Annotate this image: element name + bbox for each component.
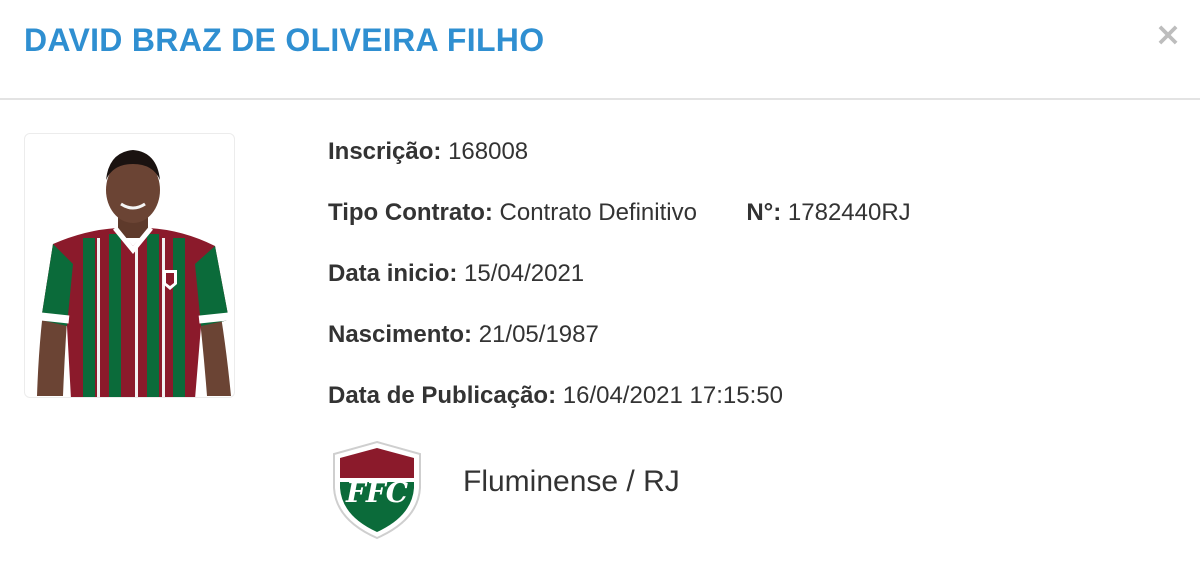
close-button[interactable]: × [1154,18,1182,50]
numero-label: N°: [746,199,782,226]
data-inicio-row: Data inicio: 15/04/2021 [328,260,911,321]
publicacao-label: Data de Publicação: [328,382,557,409]
inscricao-row: Inscrição: 168008 [328,138,911,199]
crest-monogram: FFC [345,476,409,509]
nascimento-value: 21/05/1987 [478,321,599,348]
player-detail-modal: DAVID BRAZ DE OLIVEIRA FILHO × Inscrição… [0,0,1200,576]
inscricao-value: 168008 [448,138,529,165]
tipo-contrato-value: Contrato Definitivo [499,199,697,226]
nascimento-row: Nascimento: 21/05/1987 [328,321,911,382]
nascimento-label: Nascimento: [328,321,473,348]
club-name: Fluminense / RJ [463,465,680,498]
fluminense-crest-icon: FFC [333,440,421,540]
publicacao-value: 16/04/2021 17:15:50 [562,382,783,409]
modal-header: DAVID BRAZ DE OLIVEIRA FILHO × [0,0,1200,100]
player-avatar-icon [37,150,231,397]
data-inicio-value: 15/04/2021 [464,260,585,287]
publicacao-row: Data de Publicação: 16/04/2021 17:15:50 [328,382,911,443]
inscricao-label: Inscrição: [328,138,442,165]
tipo-contrato-row: Tipo Contrato: Contrato Definitivo N°: 1… [328,199,911,260]
player-name-title: DAVID BRAZ DE OLIVEIRA FILHO [24,22,545,58]
tipo-contrato-label: Tipo Contrato: [328,199,493,226]
player-info: Inscrição: 168008 Tipo Contrato: Contrat… [328,138,911,443]
data-inicio-label: Data inicio: [328,260,458,287]
player-photo [24,133,235,398]
numero-value: 1782440RJ [787,199,911,226]
